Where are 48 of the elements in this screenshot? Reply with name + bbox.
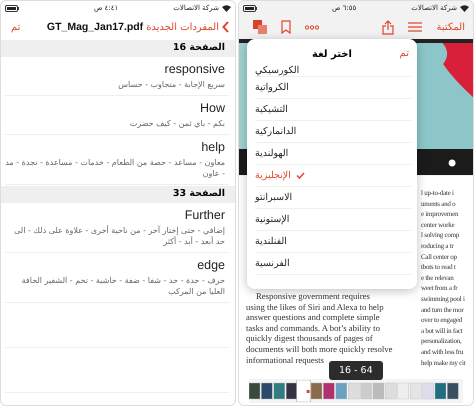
vocabulary-word: help <box>200 140 225 154</box>
checkmark-icon <box>296 172 305 179</box>
article-text: Responsive government requires <box>255 291 371 302</box>
wifi-icon <box>460 4 469 12</box>
back-button[interactable]: المفردات الجديدة <box>146 22 219 32</box>
article-text: documents will both more quickly resolve <box>246 344 394 355</box>
document-title: GT_Mag_Jan17.pdf <box>46 21 144 33</box>
chevron-icon[interactable] <box>222 21 229 33</box>
vocabulary-word: Further <box>184 208 225 222</box>
done-button[interactable]: تم <box>400 48 409 59</box>
more-icon[interactable] <box>305 24 319 30</box>
picker-title: اختر لغة <box>312 48 352 60</box>
article-text: tasks and commands. A bot’s ability to <box>246 322 381 334</box>
language-item[interactable]: الكرواتية <box>255 77 411 99</box>
wifi-icon <box>222 4 231 12</box>
language-item[interactable]: الدانماركية <box>255 121 411 143</box>
language-item[interactable]: الإستونية <box>255 209 411 231</box>
vocabulary-word: edge <box>196 258 225 272</box>
translation-text: بكم - باي ثمن - كيف حضرت <box>128 118 225 129</box>
language-item[interactable]: الفرنسية <box>255 253 411 275</box>
language-item[interactable]: الاسبرانتو <box>255 187 411 209</box>
article-text: quickly digest thousands of pages of <box>246 333 374 344</box>
article-text: answer questions and complete simple <box>246 312 381 323</box>
language-item[interactable]: التشيكية <box>255 99 411 121</box>
language-item[interactable]: الفنلندية <box>255 231 411 253</box>
translation-text: سريع الإجابة - متجاوب - حساس <box>117 79 225 90</box>
library-button[interactable]: المكتبة <box>436 22 465 32</box>
done-button[interactable]: تم <box>11 22 20 32</box>
translate-icon[interactable] <box>253 20 267 34</box>
section-header: الصفحة 33 <box>1 186 235 203</box>
section-header: الصفحة 16 <box>1 40 235 57</box>
language-item[interactable]: الهولندية <box>255 143 411 165</box>
vocabulary-word: responsive <box>164 62 225 76</box>
language-item[interactable]: الإنجليزية <box>255 165 411 187</box>
page-thumbnails-drawing[interactable] <box>249 380 461 402</box>
bookmark-icon[interactable] <box>281 20 291 34</box>
list-icon[interactable] <box>408 22 422 32</box>
article-text: informational requests <box>246 354 325 366</box>
battery-icon <box>5 4 19 12</box>
article-text: using the likes of Siri and Alexa to help <box>246 302 385 312</box>
translation-text: حرف - حدة - حد - شفا - ضفة - حاشية - تخم - الشفير الحافة العليا من المركب <box>20 275 225 297</box>
language-item[interactable]: الكورسيكي <box>255 62 411 77</box>
translation-text: إضافي - حتى إختار آخر - من ناحية أخرى - علاوة على ذلك - الى حد أبعد - أبد - أكثر <box>13 225 225 247</box>
vocabulary-word: How <box>198 101 225 115</box>
translation-text: معاون - مساعد - حصة من الطعام - خدمات - مساعدة - نجدة - مد - عاون <box>5 157 225 179</box>
battery-icon <box>243 4 257 12</box>
share-icon[interactable] <box>382 20 394 34</box>
page-indicator: 16 - 64 <box>329 361 383 380</box>
